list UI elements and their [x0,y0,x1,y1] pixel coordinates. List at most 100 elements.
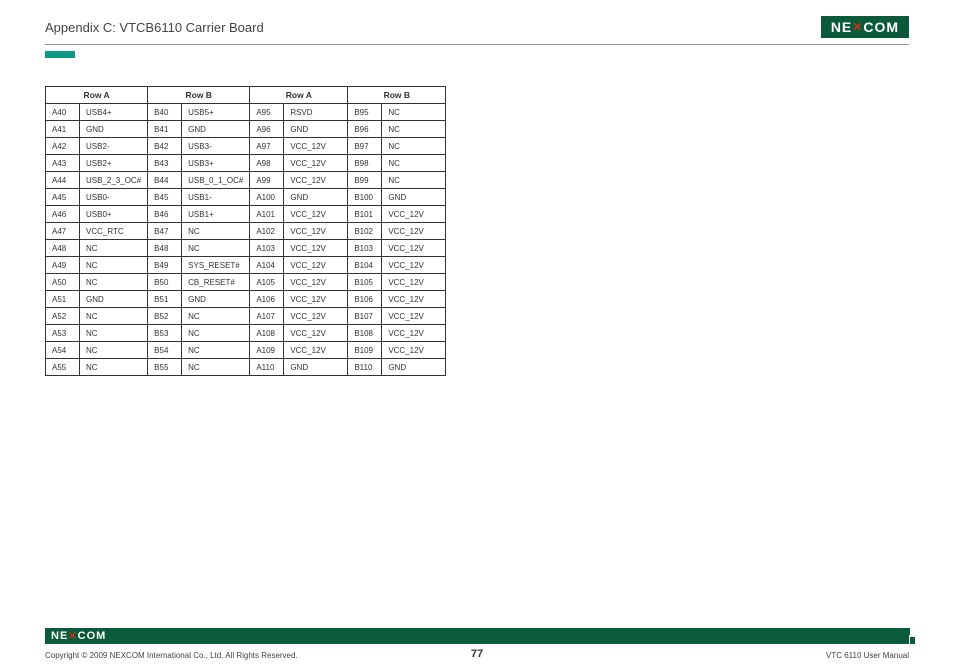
signal-cell: VCC_12V [284,257,348,274]
signal-cell: NC [182,342,250,359]
signal-cell: GND [382,359,446,376]
table-row: A48NCB48NCA103VCC_12VB103VCC_12V [46,240,446,257]
signal-cell: VCC_12V [382,342,446,359]
manual-name: VTC 6110 User Manual [826,651,909,660]
signal-cell: VCC_12V [382,291,446,308]
signal-cell: SYS_RESET# [182,257,250,274]
brand-logo: NE ✕ COM [821,16,909,38]
pin-cell: B52 [148,308,182,325]
table-row: A52NCB52NCA107VCC_12VB107VCC_12V [46,308,446,325]
logo-part-com: COM [863,19,899,35]
pin-cell: A109 [250,342,284,359]
signal-cell: VCC_12V [382,257,446,274]
pin-cell: A99 [250,172,284,189]
signal-cell: VCC_12V [382,206,446,223]
pin-cell: B41 [148,121,182,138]
pin-cell: A96 [250,121,284,138]
pin-cell: A41 [46,121,80,138]
pin-cell: B106 [348,291,382,308]
pin-cell: A49 [46,257,80,274]
signal-cell: NC [80,240,148,257]
pin-cell: B105 [348,274,382,291]
signal-cell: VCC_RTC [80,223,148,240]
signal-cell: VCC_12V [284,308,348,325]
pin-cell: B47 [148,223,182,240]
signal-cell: VCC_12V [382,240,446,257]
signal-cell: VCC_12V [284,138,348,155]
signal-cell: NC [382,138,446,155]
pin-cell: B101 [348,206,382,223]
pin-cell: A52 [46,308,80,325]
footer-logo-x-icon: ✕ [68,631,77,642]
pin-cell: A97 [250,138,284,155]
pin-cell: B55 [148,359,182,376]
pin-cell: A48 [46,240,80,257]
signal-cell: VCC_12V [284,240,348,257]
content-area: Row A Row B Row A Row B A40USB4+B40USB5+… [0,58,954,404]
signal-cell: GND [80,121,148,138]
signal-cell: VCC_12V [284,155,348,172]
pin-cell: A44 [46,172,80,189]
pin-cell: A42 [46,138,80,155]
signal-cell: USB0- [80,189,148,206]
pin-cell: A101 [250,206,284,223]
table-row: A44USB_2_3_OC#B44USB_0_1_OC#A99VCC_12VB9… [46,172,446,189]
signal-cell: RSVD [284,104,348,121]
signal-cell: VCC_12V [382,223,446,240]
pin-cell: B53 [148,325,182,342]
signal-cell: NC [80,342,148,359]
pin-cell: B103 [348,240,382,257]
pin-cell: A51 [46,291,80,308]
signal-cell: VCC_12V [284,291,348,308]
signal-cell: VCC_12V [284,325,348,342]
logo-part-ne: NE [831,19,852,35]
signal-cell: GND [80,291,148,308]
page-title: Appendix C: VTCB6110 Carrier Board [45,20,264,35]
signal-cell: NC [80,257,148,274]
pin-cell: B97 [348,138,382,155]
pin-cell: B54 [148,342,182,359]
pin-cell: A54 [46,342,80,359]
pin-cell: B100 [348,189,382,206]
accent-chip [45,51,75,58]
pin-cell: B46 [148,206,182,223]
pin-cell: A55 [46,359,80,376]
pin-cell: B107 [348,308,382,325]
signal-cell: NC [80,274,148,291]
pin-cell: B108 [348,325,382,342]
corner-mark-icon [905,628,915,644]
signal-cell: NC [182,223,250,240]
signal-cell: VCC_12V [284,206,348,223]
table-row: A50NCB50CB_RESET#A105VCC_12VB105VCC_12V [46,274,446,291]
pin-cell: A47 [46,223,80,240]
pin-cell: B44 [148,172,182,189]
pin-cell: A95 [250,104,284,121]
table-header-row: Row A Row B Row A Row B [46,87,446,104]
pin-cell: B104 [348,257,382,274]
signal-cell: VCC_12V [382,325,446,342]
signal-cell: NC [182,359,250,376]
signal-cell: GND [382,189,446,206]
signal-cell: NC [80,325,148,342]
table-row: A45USB0-B45USB1-A100GNDB100GND [46,189,446,206]
signal-cell: USB_0_1_OC# [182,172,250,189]
table-row: A42USB2-B42USB3-A97VCC_12VB97NC [46,138,446,155]
pin-cell: A40 [46,104,80,121]
col-header-row-b2: Row B [348,87,446,104]
pin-cell: A105 [250,274,284,291]
copyright-text: Copyright © 2009 NEXCOM International Co… [45,651,298,660]
table-row: A46USB0+B46USB1+A101VCC_12VB101VCC_12V [46,206,446,223]
signal-cell: NC [382,121,446,138]
signal-cell: VCC_12V [382,308,446,325]
signal-cell: USB2- [80,138,148,155]
signal-cell: USB_2_3_OC# [80,172,148,189]
signal-cell: NC [80,308,148,325]
col-header-row-b1: Row B [148,87,250,104]
pin-cell: A108 [250,325,284,342]
footer-logo-ne: NE [51,630,68,642]
pin-cell: B110 [348,359,382,376]
pin-cell: B43 [148,155,182,172]
footer-band: NE✕COM [45,628,909,644]
pin-cell: B40 [148,104,182,121]
pin-cell: B45 [148,189,182,206]
